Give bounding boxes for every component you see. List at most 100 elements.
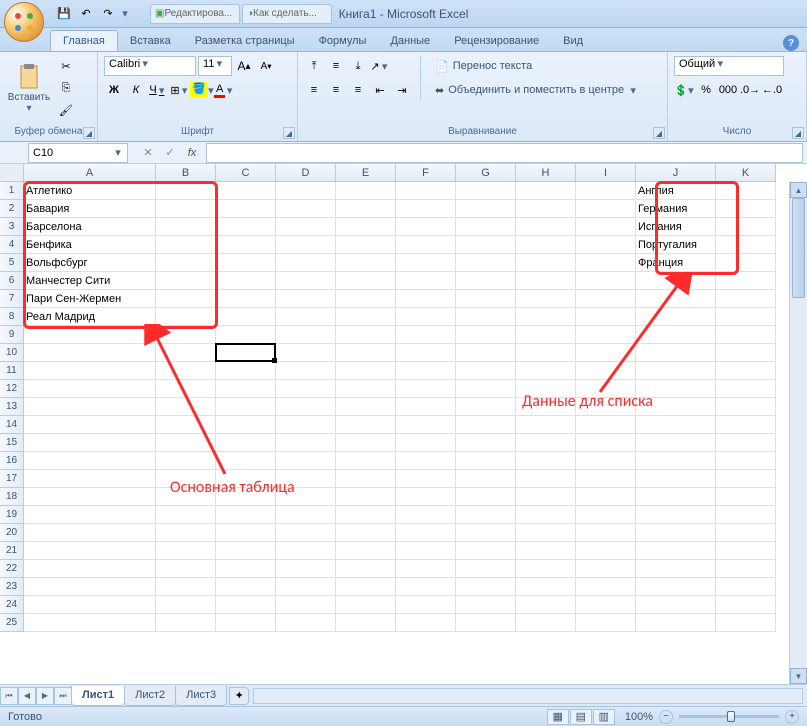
- cell[interactable]: [156, 578, 216, 596]
- cell[interactable]: [216, 290, 276, 308]
- cell[interactable]: [336, 344, 396, 362]
- cell[interactable]: [336, 560, 396, 578]
- row-header[interactable]: 6: [0, 272, 24, 290]
- qat-undo[interactable]: ↶: [76, 4, 96, 24]
- cell[interactable]: [276, 542, 336, 560]
- cell[interactable]: [516, 542, 576, 560]
- italic-button[interactable]: К: [126, 80, 146, 100]
- cell[interactable]: [576, 218, 636, 236]
- cell[interactable]: [396, 506, 456, 524]
- cell[interactable]: [276, 488, 336, 506]
- cell[interactable]: [636, 596, 716, 614]
- cell[interactable]: [24, 560, 156, 578]
- cell[interactable]: [456, 542, 516, 560]
- cell[interactable]: [24, 344, 156, 362]
- currency-button[interactable]: 💲▾: [674, 80, 694, 100]
- cell[interactable]: [24, 524, 156, 542]
- cell[interactable]: [24, 506, 156, 524]
- cell[interactable]: [716, 236, 776, 254]
- zoom-out-button[interactable]: −: [659, 710, 673, 724]
- sheet-nav-last[interactable]: ⏭: [54, 687, 72, 705]
- view-normal-button[interactable]: ▦: [547, 709, 569, 725]
- cell[interactable]: [576, 308, 636, 326]
- cell[interactable]: [456, 308, 516, 326]
- cell[interactable]: [216, 398, 276, 416]
- cell[interactable]: [396, 542, 456, 560]
- column-header[interactable]: F: [396, 164, 456, 182]
- row-header[interactable]: 5: [0, 254, 24, 272]
- cell[interactable]: [156, 380, 216, 398]
- cell[interactable]: [636, 398, 716, 416]
- sheet-tab[interactable]: Лист3: [175, 686, 227, 706]
- cell[interactable]: [576, 452, 636, 470]
- cell[interactable]: Атлетико: [24, 182, 156, 200]
- cell[interactable]: [576, 488, 636, 506]
- cell[interactable]: [516, 290, 576, 308]
- cell[interactable]: [456, 614, 516, 632]
- cell[interactable]: Барселона: [24, 218, 156, 236]
- enter-formula-button[interactable]: ✓: [160, 144, 180, 162]
- cell[interactable]: Бавария: [24, 200, 156, 218]
- cell[interactable]: [24, 416, 156, 434]
- cell[interactable]: [336, 272, 396, 290]
- cell[interactable]: [276, 434, 336, 452]
- cell[interactable]: [336, 218, 396, 236]
- cell[interactable]: [156, 362, 216, 380]
- cell[interactable]: [216, 614, 276, 632]
- tab-layout[interactable]: Разметка страницы: [183, 31, 307, 51]
- cell[interactable]: [396, 380, 456, 398]
- cell[interactable]: [216, 542, 276, 560]
- taskbar-tab[interactable]: ▣ Редактирова...: [150, 4, 240, 24]
- row-header[interactable]: 23: [0, 578, 24, 596]
- cell[interactable]: [576, 398, 636, 416]
- cell[interactable]: [156, 524, 216, 542]
- cell[interactable]: [396, 470, 456, 488]
- cell[interactable]: [216, 416, 276, 434]
- alignment-launcher[interactable]: ◢: [653, 127, 665, 139]
- cell[interactable]: [716, 272, 776, 290]
- align-middle-button[interactable]: ≡: [326, 56, 346, 76]
- cancel-formula-button[interactable]: ✕: [138, 144, 158, 162]
- border-button[interactable]: ⊞▾: [170, 80, 190, 100]
- cell[interactable]: [276, 362, 336, 380]
- row-header[interactable]: 12: [0, 380, 24, 398]
- cell[interactable]: [276, 596, 336, 614]
- cell[interactable]: [336, 434, 396, 452]
- row-header[interactable]: 2: [0, 200, 24, 218]
- cell[interactable]: [216, 524, 276, 542]
- cell[interactable]: [456, 290, 516, 308]
- cell[interactable]: [716, 560, 776, 578]
- cell[interactable]: [576, 290, 636, 308]
- cell[interactable]: [396, 272, 456, 290]
- cell[interactable]: [636, 380, 716, 398]
- cell[interactable]: [516, 362, 576, 380]
- cell[interactable]: [636, 524, 716, 542]
- cell[interactable]: [156, 308, 216, 326]
- cell[interactable]: [216, 236, 276, 254]
- increase-indent-button[interactable]: ⇥: [392, 80, 412, 100]
- cell[interactable]: [716, 218, 776, 236]
- cell[interactable]: [456, 470, 516, 488]
- wrap-text-button[interactable]: 📄Перенос текста: [429, 56, 644, 76]
- zoom-slider[interactable]: [679, 715, 779, 718]
- cell[interactable]: [716, 542, 776, 560]
- merge-center-button[interactable]: ⬌Объединить и поместить в центре▾: [429, 80, 644, 100]
- cell[interactable]: [156, 488, 216, 506]
- cell[interactable]: [276, 380, 336, 398]
- cell[interactable]: [636, 542, 716, 560]
- cell[interactable]: [516, 254, 576, 272]
- new-sheet-button[interactable]: ✦: [229, 687, 249, 705]
- cell[interactable]: [336, 578, 396, 596]
- cell[interactable]: [396, 344, 456, 362]
- cell[interactable]: [576, 272, 636, 290]
- cell[interactable]: Франция: [636, 254, 716, 272]
- cell[interactable]: [156, 470, 216, 488]
- grow-font-button[interactable]: A▴: [234, 56, 254, 76]
- cell[interactable]: [716, 380, 776, 398]
- cell[interactable]: [456, 362, 516, 380]
- cell[interactable]: [516, 524, 576, 542]
- cell[interactable]: [516, 596, 576, 614]
- row-header[interactable]: 17: [0, 470, 24, 488]
- cell[interactable]: [716, 416, 776, 434]
- cell[interactable]: [396, 218, 456, 236]
